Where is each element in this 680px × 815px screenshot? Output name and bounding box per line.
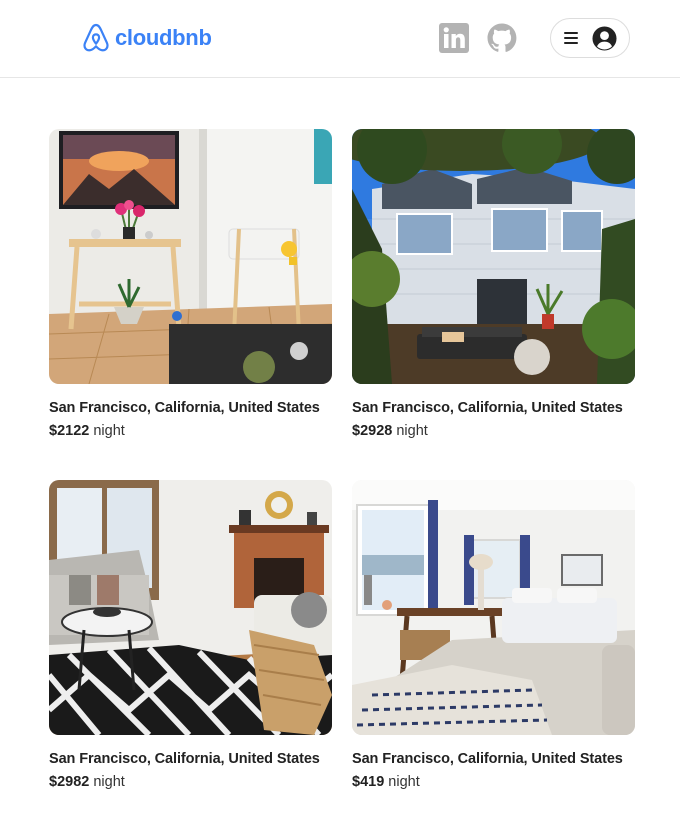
price-unit: night <box>93 423 125 439</box>
brand-logo[interactable]: cloudbnb <box>80 22 212 54</box>
listing-card[interactable]: San Francisco, California, United States… <box>49 129 332 439</box>
github-link[interactable] <box>486 22 518 54</box>
airbnb-logo-icon <box>83 23 109 52</box>
listing-photo[interactable] <box>49 129 332 384</box>
user-avatar-icon <box>591 25 617 51</box>
listing-price-row: $419 night <box>352 774 635 790</box>
listing-location: San Francisco, California, United States <box>49 400 320 416</box>
listing-photo[interactable] <box>352 129 635 384</box>
listing-location: San Francisco, California, United States <box>352 400 623 416</box>
brand-name: cloudbnb <box>115 25 212 50</box>
living-room-photo <box>49 129 332 384</box>
listing-card[interactable]: San Francisco, California, United States… <box>49 480 332 790</box>
listing-location: San Francisco, California, United States <box>49 751 320 767</box>
listing-price: $419 <box>352 774 385 790</box>
listing-price: $2982 <box>49 774 90 790</box>
price-unit: night <box>396 423 428 439</box>
top-navbar: cloudbnb <box>0 0 680 78</box>
github-icon <box>487 23 517 52</box>
price-unit: night <box>388 774 420 790</box>
house-exterior-photo <box>352 129 635 384</box>
listing-price: $2122 <box>49 423 90 439</box>
listing-card[interactable]: San Francisco, California, United States… <box>352 480 635 790</box>
listing-price-row: $2122 night <box>49 423 332 439</box>
listing-price-row: $2928 night <box>352 423 635 439</box>
menu-icon <box>563 32 578 44</box>
listing-price: $2928 <box>352 423 393 439</box>
linkedin-icon <box>439 23 469 53</box>
listing-photo[interactable] <box>352 480 635 735</box>
price-unit: night <box>93 774 125 790</box>
bedroom-photo <box>352 480 635 735</box>
fireplace-living-room-photo <box>49 480 332 735</box>
listing-card[interactable]: San Francisco, California, United States… <box>352 129 635 439</box>
user-menu-button[interactable] <box>550 18 630 58</box>
linkedin-link[interactable] <box>438 22 470 54</box>
listing-photo[interactable] <box>49 480 332 735</box>
listing-price-row: $2982 night <box>49 774 332 790</box>
listing-location: San Francisco, California, United States <box>352 751 623 767</box>
